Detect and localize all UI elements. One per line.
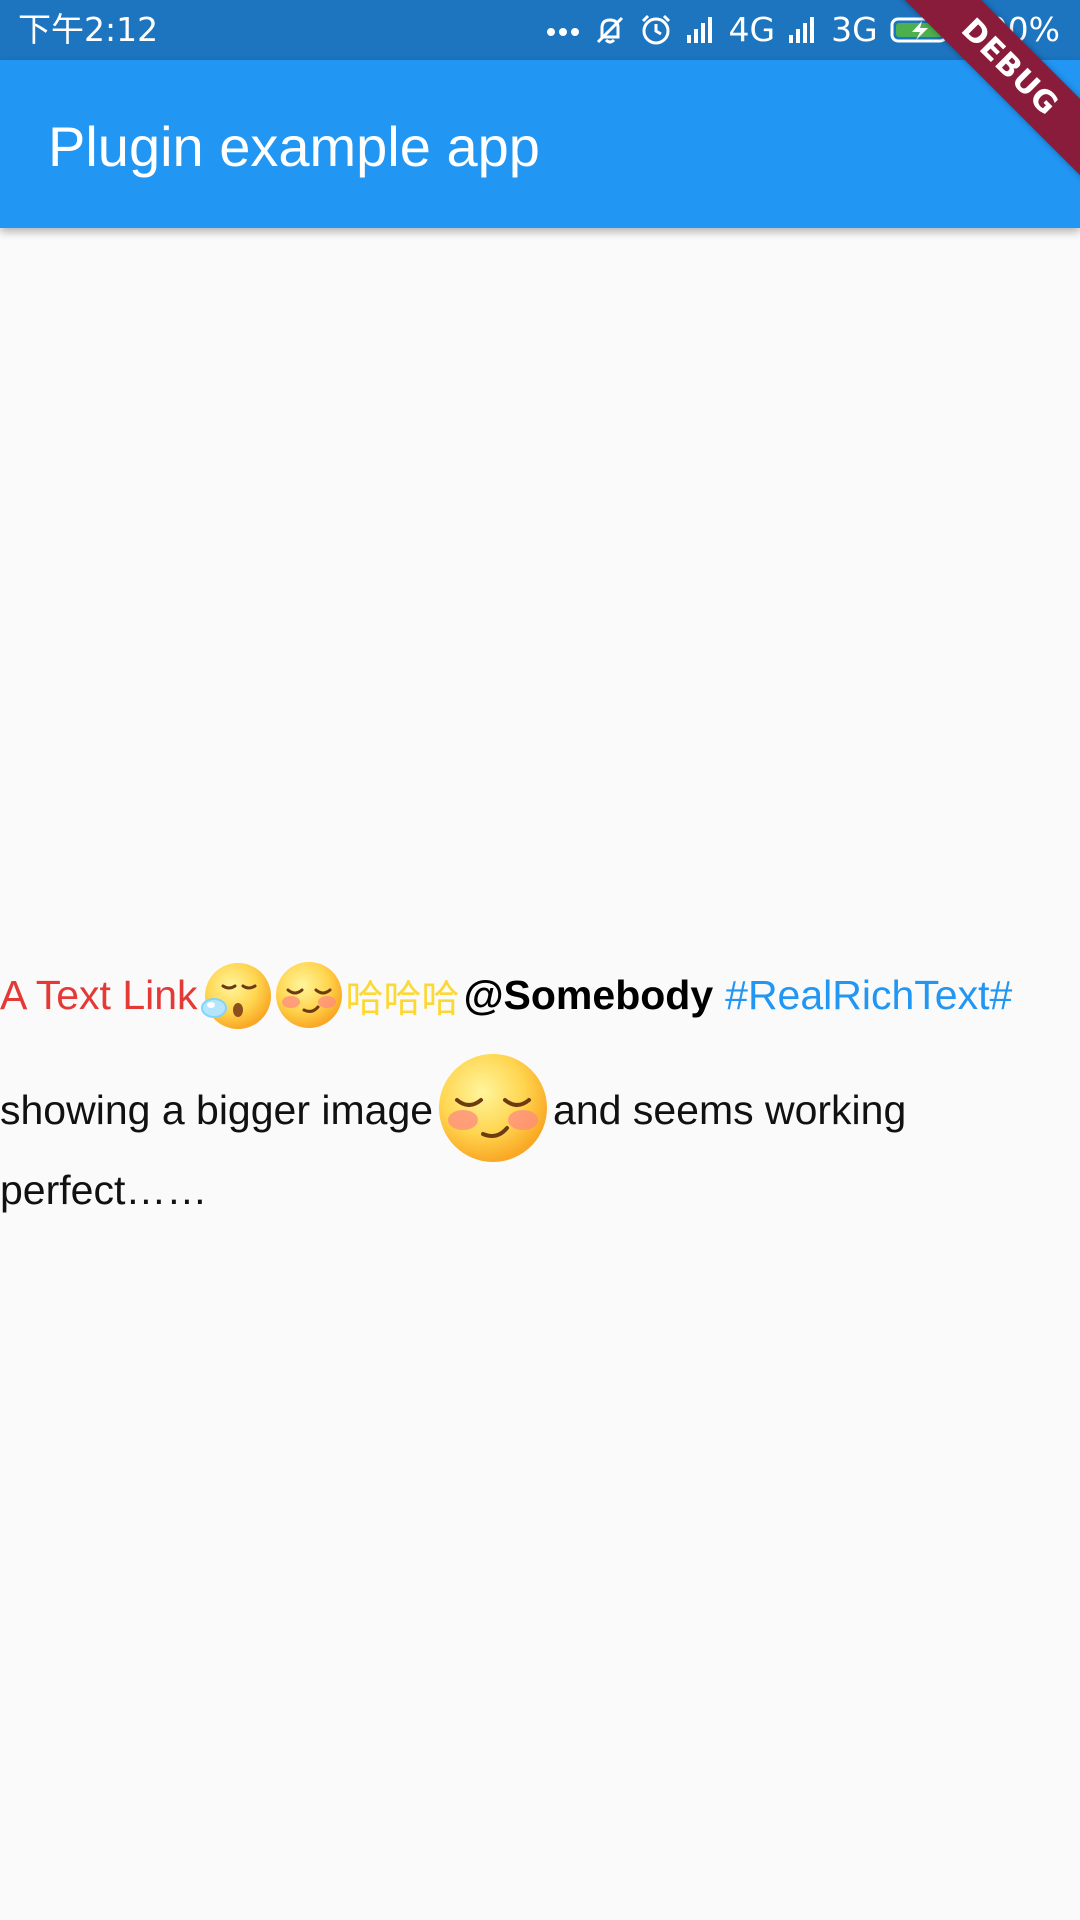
rich-text-line-3: perfect…… (0, 1167, 208, 1213)
topic-link[interactable]: #RealRichText# (725, 972, 1012, 1019)
rich-text-line-1: A Text Link 哈哈哈 @Somebody #RealRichText# (0, 940, 1060, 1050)
rich-text: A Text Link 哈哈哈 @Somebody #RealRichText#… (0, 940, 1060, 1218)
network-3g-label: 3G (831, 10, 878, 49)
status-time: 下午2:12 (18, 10, 159, 49)
text-before-image: showing a bigger image (0, 1086, 434, 1133)
app-bar: Plugin example app (0, 60, 1080, 228)
signal-icon (685, 15, 717, 45)
rich-text-line-2: showing a bigger image and seems working (0, 1050, 1060, 1170)
shy-face-icon (433, 1050, 553, 1170)
text-after-image: and seems working (553, 1086, 907, 1133)
signal-icon (787, 15, 819, 45)
shy-face-icon (272, 958, 346, 1032)
sleepy-face-icon (198, 958, 272, 1032)
screen: 下午2:12 4G 3G 100% Plugin example app DEB… (0, 0, 1080, 1920)
more-dots-icon (545, 24, 581, 36)
text-link[interactable]: A Text Link (0, 972, 198, 1019)
alarm-icon (639, 13, 673, 47)
network-4g-label: 4G (728, 10, 776, 49)
page-title: Plugin example app (48, 115, 540, 178)
mute-icon (593, 13, 627, 47)
mention-link[interactable]: @Somebody (464, 972, 714, 1019)
cjk-text: 哈哈哈 (345, 976, 460, 1021)
